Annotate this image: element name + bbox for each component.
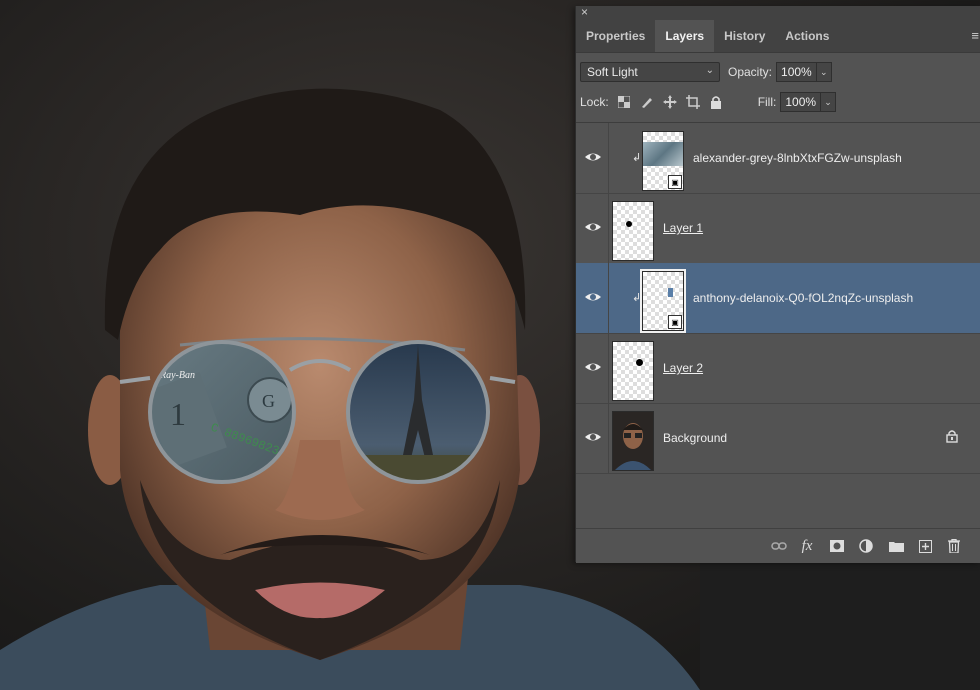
close-panel-button[interactable]: × — [581, 5, 588, 19]
eye-icon[interactable] — [584, 428, 602, 446]
layers-panel: × Properties Layers History Actions ≡ So… — [575, 5, 980, 563]
layer-thumbnail — [612, 201, 654, 261]
clipping-arrow-icon: ↲ — [632, 152, 642, 164]
layer-row[interactable]: Layer 2 — [576, 333, 980, 404]
opacity-input[interactable]: 100% — [776, 62, 817, 82]
money-thumbnail-image — [643, 142, 683, 166]
layer-name: anthony-delanoix-Q0-fOL2nqZc-unsplash — [693, 291, 914, 305]
panel-tabs: Properties Layers History Actions ≡ — [576, 20, 980, 53]
layer-mask-dot — [636, 359, 643, 366]
layer-name: Background — [663, 431, 728, 445]
new-group-icon[interactable] — [887, 538, 905, 554]
chevron-down-icon: ⌄ — [705, 65, 714, 76]
layer-thumbnail: ▣ — [642, 131, 684, 191]
adjustment-layer-icon[interactable] — [857, 538, 875, 554]
blend-mode-value: Soft Light — [587, 65, 638, 79]
background-thumbnail — [612, 411, 654, 471]
opacity-dropdown-button[interactable]: ⌄ — [816, 62, 832, 82]
smart-object-icon: ▣ — [668, 315, 682, 329]
layers-footer: fx — [576, 528, 980, 563]
layer-row[interactable]: ↲ ▣ alexander-grey-8lnbXtxFGZw-unsplash — [576, 123, 980, 194]
layer-row[interactable]: Layer 1 — [576, 193, 980, 264]
bill-digit: 1 — [170, 396, 186, 432]
bill-seal-letter: G — [262, 391, 275, 411]
eye-icon[interactable] — [584, 358, 602, 376]
layer-row[interactable]: Background — [576, 403, 980, 474]
smart-object-icon: ▣ — [668, 175, 682, 189]
fx-icon[interactable]: fx — [798, 538, 816, 554]
lock-position-icon[interactable] — [662, 94, 678, 110]
layer-mask-dot — [626, 221, 632, 227]
tab-properties[interactable]: Properties — [576, 20, 655, 52]
tab-layers[interactable]: Layers — [655, 20, 715, 52]
layer-name: Layer 2 — [663, 361, 704, 375]
clipping-arrow-icon: ↲ — [632, 292, 642, 304]
layer-lock-icon[interactable] — [945, 429, 959, 443]
eiffel-thumbnail-image — [668, 288, 673, 297]
layer-thumbnail — [612, 341, 654, 401]
tab-actions[interactable]: Actions — [775, 20, 839, 52]
fill-label: Fill: — [757, 95, 777, 109]
hamburger-menu-icon[interactable]: ≡ — [971, 28, 979, 43]
eye-icon[interactable] — [584, 288, 602, 306]
fill-dropdown-button[interactable]: ⌄ — [821, 92, 837, 112]
lock-image-pixels-icon[interactable] — [639, 94, 655, 110]
portrait-thumbnail-image — [613, 412, 653, 470]
link-layers-icon[interactable] — [770, 538, 788, 554]
layer-name: Layer 1 — [663, 221, 704, 235]
layer-row-selected[interactable]: ↲ ▣ anthony-delanoix-Q0-fOL2nqZc-unsplas… — [576, 263, 980, 334]
layers-list: ↲ ▣ alexander-grey-8lnbXtxFGZw-unsplash … — [576, 122, 980, 530]
lock-artboard-icon[interactable] — [685, 94, 701, 110]
lock-transparent-pixels-icon[interactable] — [616, 94, 632, 110]
new-layer-icon[interactable] — [916, 538, 934, 554]
eye-icon[interactable] — [584, 218, 602, 236]
add-mask-icon[interactable] — [828, 538, 846, 554]
fill-input[interactable]: 100% — [780, 92, 822, 112]
lock-label: Lock: — [580, 95, 609, 109]
eye-icon[interactable] — [584, 148, 602, 166]
blend-opacity-row: Soft Light ⌄ Opacity: 100% ⌄ — [580, 61, 977, 83]
blend-mode-select[interactable]: Soft Light ⌄ — [580, 62, 720, 82]
panel-titlebar: × — [576, 5, 980, 20]
lock-fill-row: Lock: Fill: 100% ⌄ — [580, 91, 977, 113]
layer-name: alexander-grey-8lnbXtxFGZw-unsplash — [693, 151, 902, 165]
layer-thumbnail: ▣ — [640, 269, 686, 333]
tab-history[interactable]: History — [714, 20, 775, 52]
opacity-label: Opacity: — [728, 65, 773, 79]
lock-all-icon[interactable] — [708, 94, 724, 110]
delete-layer-icon[interactable] — [945, 538, 963, 554]
